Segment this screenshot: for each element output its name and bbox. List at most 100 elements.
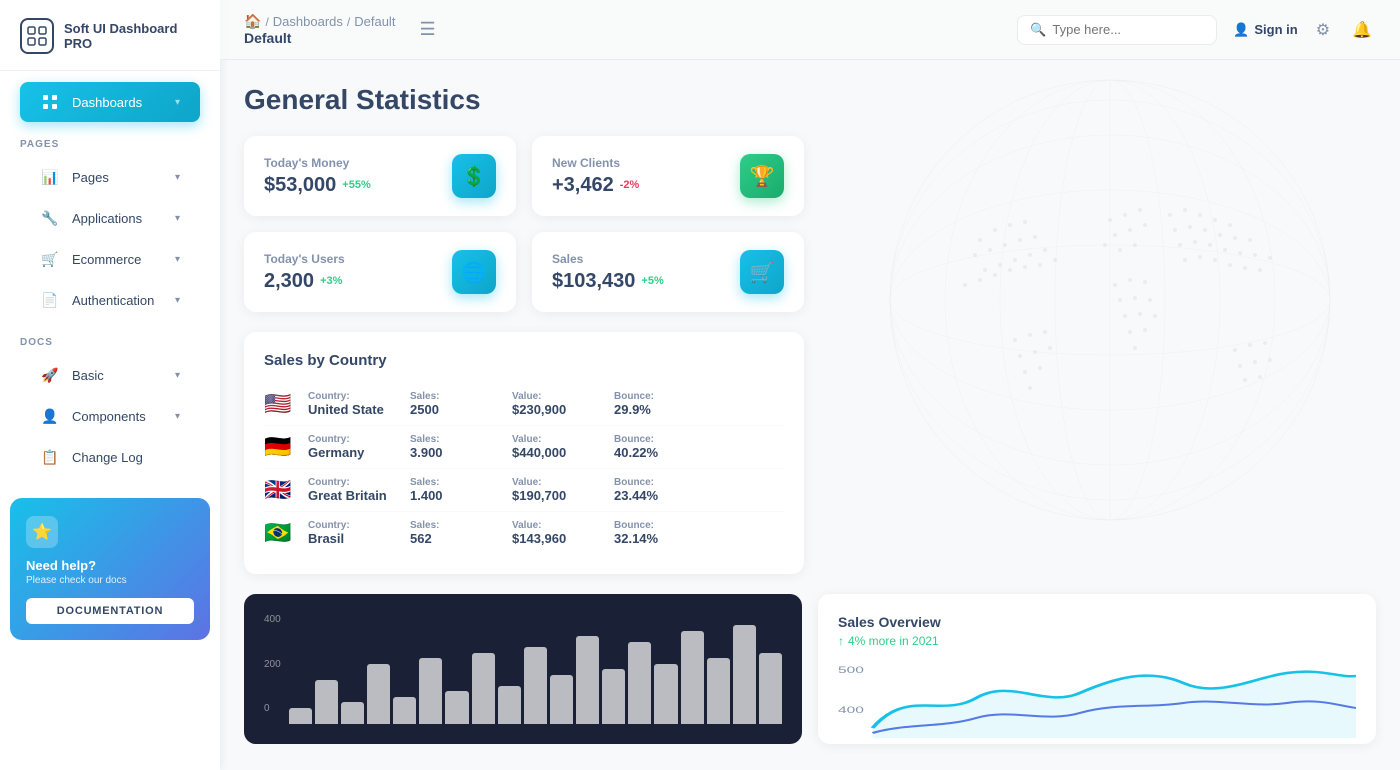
applications-label: Applications <box>72 211 142 226</box>
country-col-br: Country: Brasil <box>308 520 398 546</box>
sidebar: Soft UI Dashboard PRO Dashboards ▾ PAGES… <box>0 0 220 770</box>
help-title: Need help? <box>26 558 194 573</box>
sidebar-item-dashboards[interactable]: Dashboards ▾ <box>20 82 200 122</box>
value-col-gb: Value: $190,700 <box>512 477 602 503</box>
dashboards-icon <box>40 92 60 112</box>
breadcrumb-sep1: / <box>265 15 268 29</box>
authentication-icon: 📄 <box>40 290 60 310</box>
sidebar-item-applications[interactable]: 🔧 Applications ▾ <box>20 198 200 238</box>
bar <box>445 691 468 724</box>
bar <box>419 658 442 724</box>
stat-value-todays-users: 2,300 +3% <box>264 270 345 293</box>
table-row: 🇩🇪 Country: Germany Sales: 3.900 Value: … <box>264 426 784 469</box>
bottom-charts: 400 200 0 <box>244 594 1376 768</box>
dashboards-label: Dashboards <box>72 95 142 110</box>
bar-chart-card: 400 200 0 <box>244 594 802 744</box>
bounce-col-us: Bounce: 29.9% <box>614 391 704 417</box>
stat-card-sales: Sales $103,430 +5% 🛒 <box>532 232 804 312</box>
stat-icon-sales: 🛒 <box>740 250 784 294</box>
authentication-label: Authentication <box>72 293 154 308</box>
search-input[interactable] <box>1052 22 1192 37</box>
breadcrumb: 🏠 / Dashboards / Default Default <box>244 13 395 46</box>
applications-chevron: ▾ <box>175 213 180 224</box>
signin-button[interactable]: 👤 Sign in <box>1233 22 1298 38</box>
country-col-de: Country: Germany <box>308 434 398 460</box>
pages-icon: 📊 <box>40 167 60 187</box>
components-icon: 👤 <box>40 406 60 426</box>
basic-label: Basic <box>72 368 104 383</box>
stat-badge-todays-users: +3% <box>320 275 342 287</box>
basic-icon: 🚀 <box>40 365 60 385</box>
bar <box>393 697 416 725</box>
sales-overview-card: Sales Overview ↑ 4% more in 2021 500 400 <box>818 594 1376 744</box>
basic-chevron: ▾ <box>175 370 180 381</box>
sidebar-item-pages[interactable]: 📊 Pages ▾ <box>20 157 200 197</box>
breadcrumb-sep2: / <box>347 15 350 29</box>
stat-label-new-clients: New Clients <box>552 156 639 170</box>
bar <box>628 642 651 725</box>
pages-section-label: PAGES <box>0 123 220 156</box>
components-chevron: ▾ <box>175 411 180 422</box>
hamburger-button[interactable]: ☰ <box>411 15 443 44</box>
help-card: ⭐ Need help? Please check our docs DOCUM… <box>10 498 210 640</box>
stat-icon-todays-users: 🌐 <box>452 250 496 294</box>
stats-grid: Today's Money $53,000 +55% 💲 New Clients… <box>244 136 804 312</box>
stat-info-todays-money: Today's Money $53,000 +55% <box>264 156 371 197</box>
trend-up-icon: ↑ <box>838 634 844 648</box>
bar <box>524 647 547 724</box>
sidebar-item-components[interactable]: 👤 Components ▾ <box>20 396 200 436</box>
bar <box>550 675 573 725</box>
globe-decoration <box>820 60 1400 540</box>
bar <box>367 664 390 725</box>
search-box: 🔍 <box>1017 15 1217 45</box>
settings-button[interactable]: ⚙ <box>1312 16 1334 44</box>
bar <box>654 664 677 725</box>
sidebar-item-changelog[interactable]: 📋 Change Log <box>20 437 200 477</box>
svg-text:500: 500 <box>838 665 864 675</box>
stat-value-todays-money: $53,000 +55% <box>264 174 371 197</box>
breadcrumb-default-link: Default <box>354 14 395 29</box>
sales-by-country-card: Sales by Country 🇺🇸 Country: United Stat… <box>244 332 804 574</box>
content-area: General Statistics Today's Money $53,000… <box>220 60 1400 770</box>
bar <box>707 658 730 724</box>
flag-gb: 🇬🇧 <box>264 477 296 503</box>
sidebar-item-authentication[interactable]: 📄 Authentication ▾ <box>20 280 200 320</box>
sidebar-logo: Soft UI Dashboard PRO <box>0 0 220 71</box>
stat-badge-sales: +5% <box>641 275 663 287</box>
breadcrumb-dashboards-link[interactable]: Dashboards <box>273 14 343 29</box>
sales-col-gb: Sales: 1.400 <box>410 477 500 503</box>
sidebar-item-ecommerce[interactable]: 🛒 Ecommerce ▾ <box>20 239 200 279</box>
help-star-icon: ⭐ <box>26 516 58 548</box>
ecommerce-chevron: ▾ <box>175 254 180 265</box>
flag-br: 🇧🇷 <box>264 520 296 546</box>
stat-value-sales: $103,430 +5% <box>552 270 664 293</box>
applications-icon: 🔧 <box>40 208 60 228</box>
bar <box>681 631 704 725</box>
stat-badge-todays-money: +55% <box>342 179 370 191</box>
sales-overview-title: Sales Overview <box>838 614 1356 630</box>
sales-col-br: Sales: 562 <box>410 520 500 546</box>
stat-info-sales: Sales $103,430 +5% <box>552 252 664 293</box>
changelog-label: Change Log <box>72 450 143 465</box>
notifications-button[interactable]: 🔔 <box>1348 16 1376 44</box>
page-title-breadcrumb: Default <box>244 30 395 46</box>
help-subtitle: Please check our docs <box>26 575 194 586</box>
stat-value-new-clients: +3,462 -2% <box>552 174 639 197</box>
bar-chart-y-labels: 400 200 0 <box>264 614 281 714</box>
value-col-br: Value: $143,960 <box>512 520 602 546</box>
sidebar-item-basic[interactable]: 🚀 Basic ▾ <box>20 355 200 395</box>
changelog-icon: 📋 <box>40 447 60 467</box>
ecommerce-icon: 🛒 <box>40 249 60 269</box>
table-row: 🇺🇸 Country: United State Sales: 2500 Val… <box>264 383 784 426</box>
app-title: Soft UI Dashboard PRO <box>64 21 200 51</box>
stat-label-todays-users: Today's Users <box>264 252 345 266</box>
pages-chevron: ▾ <box>175 172 180 183</box>
bar <box>759 653 782 725</box>
documentation-button[interactable]: DOCUMENTATION <box>26 598 194 624</box>
authentication-chevron: ▾ <box>175 295 180 306</box>
country-col-us: Country: United State <box>308 391 398 417</box>
components-label: Components <box>72 409 146 424</box>
flag-us: 🇺🇸 <box>264 391 296 417</box>
pages-label: Pages <box>72 170 109 185</box>
topbar-actions: 👤 Sign in ⚙ 🔔 <box>1233 16 1376 44</box>
